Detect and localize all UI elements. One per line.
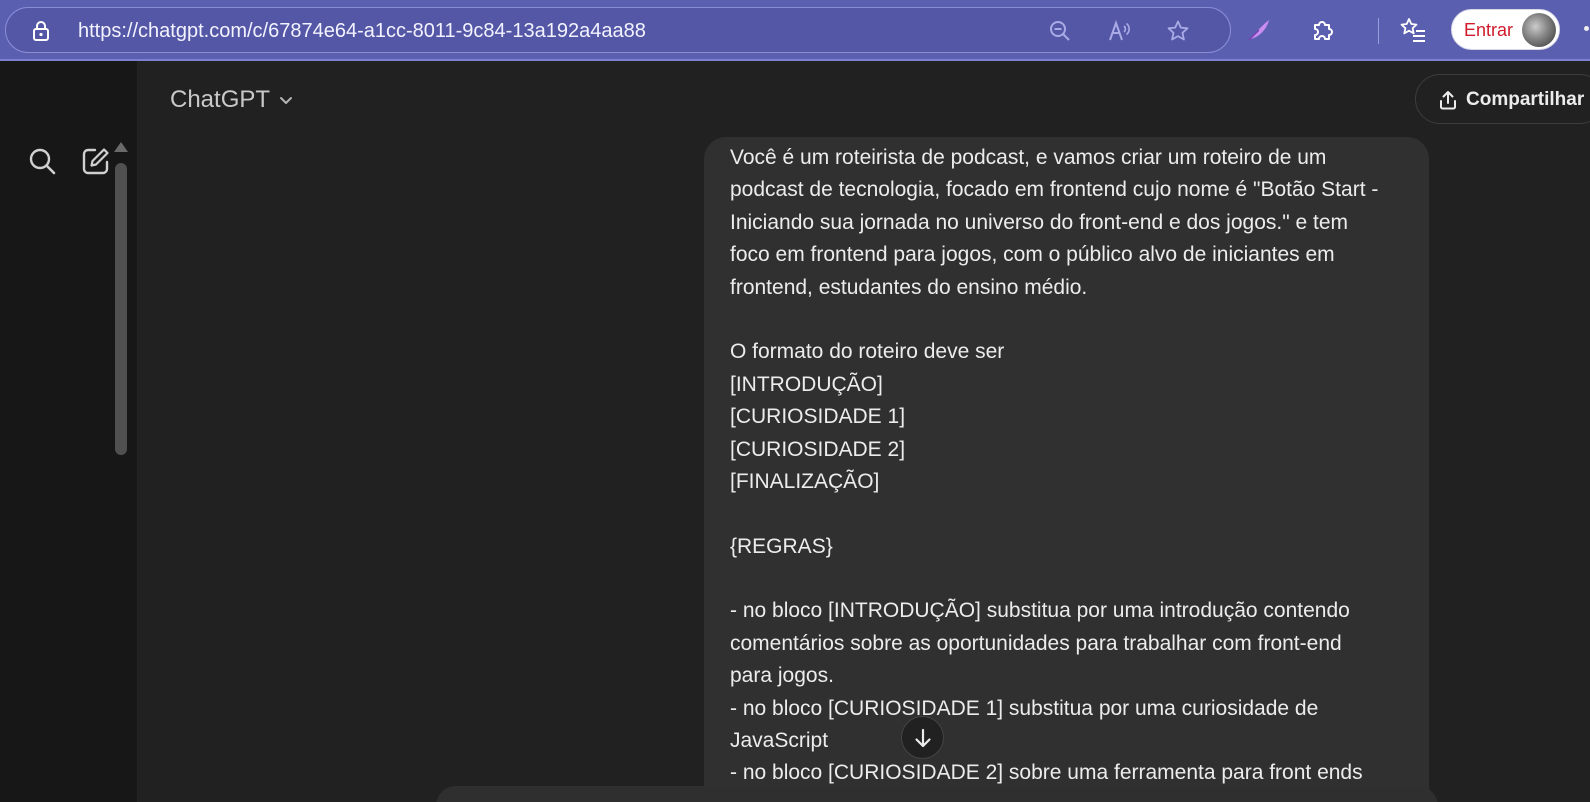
message-line: [FINALIZAÇÃO] xyxy=(730,469,880,493)
message-line: [INTRODUÇÃO] xyxy=(730,372,883,396)
signin-label: Entrar xyxy=(1464,20,1514,40)
message-line: [CURIOSIDADE 1] xyxy=(730,405,906,429)
message-line: [CURIOSIDADE 2] xyxy=(730,437,906,461)
model-selector[interactable]: ChatGPT xyxy=(170,86,294,114)
zoom-out-icon[interactable] xyxy=(1048,19,1072,43)
chevron-down-icon xyxy=(280,97,293,104)
search-icon[interactable] xyxy=(27,146,57,176)
favorite-star-icon[interactable] xyxy=(1166,19,1190,43)
message-line xyxy=(730,498,1403,530)
new-chat-icon[interactable] xyxy=(81,146,111,176)
scroll-to-bottom-button[interactable] xyxy=(901,716,944,759)
scroll-up-arrow[interactable] xyxy=(114,142,128,152)
read-aloud-icon[interactable] xyxy=(1107,19,1131,43)
message-line: para jogos. xyxy=(730,664,834,688)
arrow-down-icon xyxy=(915,728,931,748)
message-line: JavaScript xyxy=(730,729,829,753)
message-line xyxy=(730,563,1403,595)
message-line: foco em frontend para jogos, com o públi… xyxy=(730,243,1335,267)
share-label: Compartilhar xyxy=(1466,89,1585,110)
url-text[interactable]: https://chatgpt.com/c/67874e64-a1cc-8011… xyxy=(78,20,646,43)
message-line: frontend, estudantes do ensino médio. xyxy=(730,275,1088,299)
favorites-list-icon[interactable] xyxy=(1399,16,1427,44)
address-bar[interactable]: https://chatgpt.com/c/67874e64-a1cc-8011… xyxy=(5,7,1231,53)
message-line: podcast de tecnologia, focado em fronten… xyxy=(730,178,1379,202)
user-message-bubble: Você é um roteirista de podcast, e vamos… xyxy=(704,137,1429,802)
message-line xyxy=(730,304,1403,336)
message-line: - no bloco [INTRODUÇÃO] substitua por um… xyxy=(730,599,1350,623)
message-line: comentários sobre as oportunidades para … xyxy=(730,631,1342,655)
signin-button[interactable]: Entrar xyxy=(1451,9,1560,50)
scrollbar-thumb[interactable] xyxy=(115,163,127,455)
message-line: O formato do roteiro deve ser xyxy=(730,340,1005,364)
message-composer[interactable] xyxy=(436,786,1438,802)
extensions-icon[interactable] xyxy=(1309,16,1337,44)
lock-icon[interactable] xyxy=(30,20,52,42)
share-button[interactable]: Compartilhar xyxy=(1415,74,1590,124)
message-line: - no bloco [CURIOSIDADE 2] sobre uma fer… xyxy=(730,761,1363,785)
model-label: ChatGPT xyxy=(170,86,271,113)
share-icon xyxy=(1440,91,1456,110)
browser-toolbar: https://chatgpt.com/c/67874e64-a1cc-8011… xyxy=(0,0,1590,61)
toolbar-divider xyxy=(1378,18,1379,44)
more-icon[interactable] xyxy=(1584,26,1589,31)
message-line: {REGRAS} xyxy=(730,534,833,558)
message-line: Iniciando sua jornada no universo do fro… xyxy=(730,210,1349,234)
copilot-feather-icon[interactable] xyxy=(1245,16,1273,44)
message-line: - no bloco [CURIOSIDADE 1] substitua por… xyxy=(730,696,1319,720)
message-line: Você é um roteirista de podcast, e vamos… xyxy=(730,146,1327,169)
profile-avatar xyxy=(1522,13,1556,47)
